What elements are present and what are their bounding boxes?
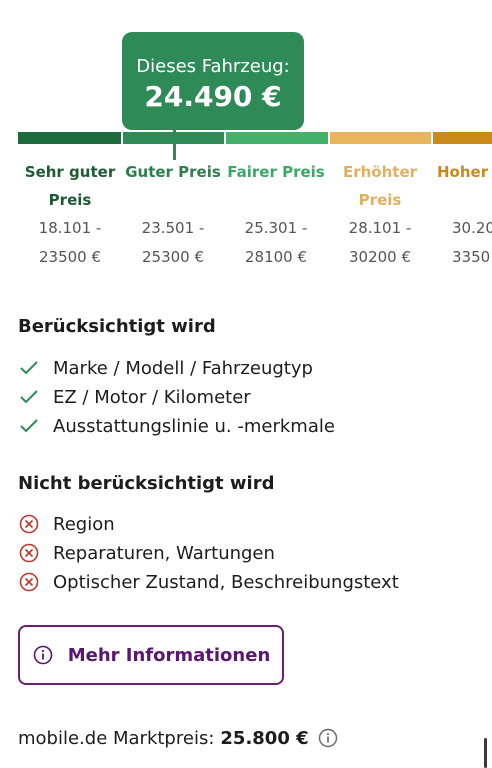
scale-label-very-good: Sehr guter Preis [24, 163, 116, 209]
considered-item: EZ / Motor / Kilometer [18, 385, 251, 409]
not-considered-title: Nicht berücksichtigt wird [18, 473, 275, 494]
info-icon[interactable] [317, 727, 339, 749]
considered-item-label: Ausstattungslinie u. -merkmale [53, 415, 335, 437]
scale-range-very-good: 18.101 - 23500 € [38, 219, 102, 266]
market-price-label: mobile.de Marktpreis: [18, 727, 215, 749]
not-considered-item-label: Reparaturen, Wartungen [53, 542, 275, 564]
scale-label-high: Hoher P [437, 163, 492, 181]
not-considered-item-label: Region [53, 513, 115, 535]
not-considered-item-label: Optischer Zustand, Beschreibungstext [53, 571, 399, 593]
considered-item-label: EZ / Motor / Kilometer [53, 386, 251, 408]
scale-label-fair: Fairer Preis [227, 163, 325, 181]
market-price-row: mobile.de Marktpreis: 25.800 € [18, 726, 339, 750]
this-vehicle-tooltip: Dieses Fahrzeug: 24.490 € [122, 32, 304, 130]
scale-range-fair: 25.301 - 28100 € [244, 219, 308, 266]
market-price-value: 25.800 € [220, 727, 309, 749]
not-considered-item: Region [18, 512, 115, 536]
scale-label-increased: Erhöhter Preis [342, 163, 418, 209]
considered-item-label: Marke / Modell / Fahrzeugtyp [53, 357, 313, 379]
scale-range-good: 23.501 - 25300 € [141, 219, 205, 266]
scale-bar-increased [330, 132, 431, 144]
not-considered-item: Reparaturen, Wartungen [18, 541, 275, 565]
considered-item: Ausstattungslinie u. -merkmale [18, 414, 335, 438]
x-circle-icon [18, 513, 40, 535]
checkmark-icon [18, 386, 40, 408]
considered-item: Marke / Modell / Fahrzeugtyp [18, 356, 313, 380]
scale-range-increased: 28.101 - 30200 € [348, 219, 412, 266]
scale-range-high: 30.20 3350 [452, 219, 492, 266]
scale-bar-good [123, 132, 224, 144]
x-circle-icon [18, 571, 40, 593]
considered-title: Berücksichtigt wird [18, 316, 216, 337]
scale-bar-very-good [18, 132, 121, 144]
more-information-button[interactable]: Mehr Informationen [18, 625, 284, 685]
checkmark-icon [18, 357, 40, 379]
tooltip-price: 24.490 € [144, 80, 282, 113]
more-information-label: Mehr Informationen [67, 644, 271, 666]
not-considered-item: Optischer Zustand, Beschreibungstext [18, 570, 399, 594]
info-icon [32, 644, 54, 666]
tooltip-label: Dieses Fahrzeug: [136, 56, 290, 77]
scale-bar-fair [226, 132, 328, 144]
scrollbar[interactable] [484, 738, 487, 768]
scale-bar-high [433, 132, 492, 144]
checkmark-icon [18, 415, 40, 437]
x-circle-icon [18, 542, 40, 564]
scale-label-good: Guter Preis [125, 163, 221, 181]
